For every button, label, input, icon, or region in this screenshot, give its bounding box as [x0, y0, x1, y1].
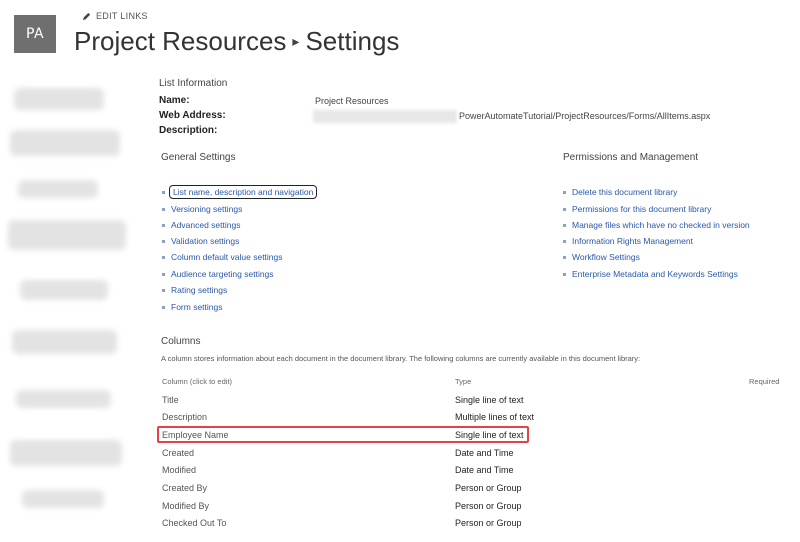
bullet-icon [563, 207, 566, 211]
permissions-link[interactable]: Workflow Settings [563, 252, 640, 262]
general-settings-link[interactable]: Form settings [162, 302, 223, 312]
web-address-value: PowerAutomateTutorial/ProjectResources/F… [459, 111, 711, 121]
column-name-link[interactable]: Modified [162, 465, 196, 475]
column-name-link[interactable]: Created By [162, 483, 207, 493]
description-label: Description: [159, 125, 218, 136]
permissions-link[interactable]: Information Rights Management [563, 236, 693, 246]
columns-description: A column stores information about each d… [161, 354, 641, 363]
breadcrumb-list-name[interactable]: Project Resources [74, 26, 286, 56]
columns-heading: Columns [161, 336, 201, 347]
column-name-link[interactable]: Checked Out To [162, 518, 226, 528]
column-type: Person or Group [455, 483, 522, 493]
page-title: Project Resources ▸ Settings [74, 26, 399, 57]
permissions-link[interactable]: Enterprise Metadata and Keywords Setting… [563, 269, 738, 279]
pencil-icon [82, 12, 91, 20]
permissions-link[interactable]: Manage files which have no checked in ve… [563, 220, 750, 230]
edit-links-label: EDIT LINKS [96, 11, 148, 21]
name-value: Project Resources [315, 96, 389, 106]
edit-links-button[interactable]: EDIT LINKS [82, 11, 148, 21]
bullet-icon [162, 207, 165, 211]
highlight-box [157, 426, 529, 443]
breadcrumb-current: Settings [305, 26, 400, 56]
bullet-icon [563, 255, 566, 259]
general-settings-link[interactable]: Rating settings [162, 285, 227, 295]
bullet-icon [162, 272, 165, 276]
column-type: Date and Time [455, 465, 514, 475]
list-information-heading: List Information [159, 78, 228, 89]
bullet-icon [162, 239, 165, 243]
bullet-icon [162, 190, 165, 194]
bullet-icon [162, 255, 165, 259]
general-settings-heading: General Settings [161, 152, 236, 163]
column-name-link[interactable]: Title [162, 395, 179, 405]
column-type: Date and Time [455, 448, 514, 458]
bullet-icon [563, 223, 566, 227]
permissions-link[interactable]: Permissions for this document library [563, 204, 711, 214]
column-type: Multiple lines of text [455, 412, 535, 422]
bullet-icon [563, 272, 566, 276]
left-navigation [0, 70, 140, 542]
general-settings-link[interactable]: List name, description and navigation [162, 185, 318, 199]
permissions-link[interactable]: Delete this document library [563, 187, 677, 197]
name-label: Name: [159, 95, 190, 106]
redacted-url-part [313, 110, 457, 123]
permissions-heading: Permissions and Management [563, 152, 699, 163]
bullet-icon [162, 288, 165, 292]
web-address-label: Web Address: [159, 110, 226, 121]
bullet-icon [162, 223, 165, 227]
breadcrumb-separator-icon: ▸ [292, 33, 300, 49]
column-required-header: Required [749, 377, 780, 386]
general-settings-link[interactable]: Advanced settings [162, 220, 240, 230]
column-name-header: Column (click to edit) [162, 377, 233, 386]
general-settings-link[interactable]: Column default value settings [162, 252, 283, 262]
general-settings-link[interactable]: Audience targeting settings [162, 269, 274, 279]
column-name-link[interactable]: Created [162, 448, 194, 458]
column-name-link[interactable]: Description [162, 412, 207, 422]
column-type: Person or Group [455, 518, 522, 528]
column-name-link[interactable]: Modified By [162, 501, 209, 511]
column-type: Single line of text [455, 395, 524, 405]
bullet-icon [563, 239, 566, 243]
general-settings-link[interactable]: Validation settings [162, 236, 239, 246]
column-type: Person or Group [455, 501, 522, 511]
bullet-icon [162, 305, 165, 309]
general-settings-link[interactable]: Versioning settings [162, 204, 242, 214]
avatar[interactable]: PA [14, 15, 56, 53]
bullet-icon [563, 190, 566, 194]
column-type-header: Type [455, 377, 472, 386]
